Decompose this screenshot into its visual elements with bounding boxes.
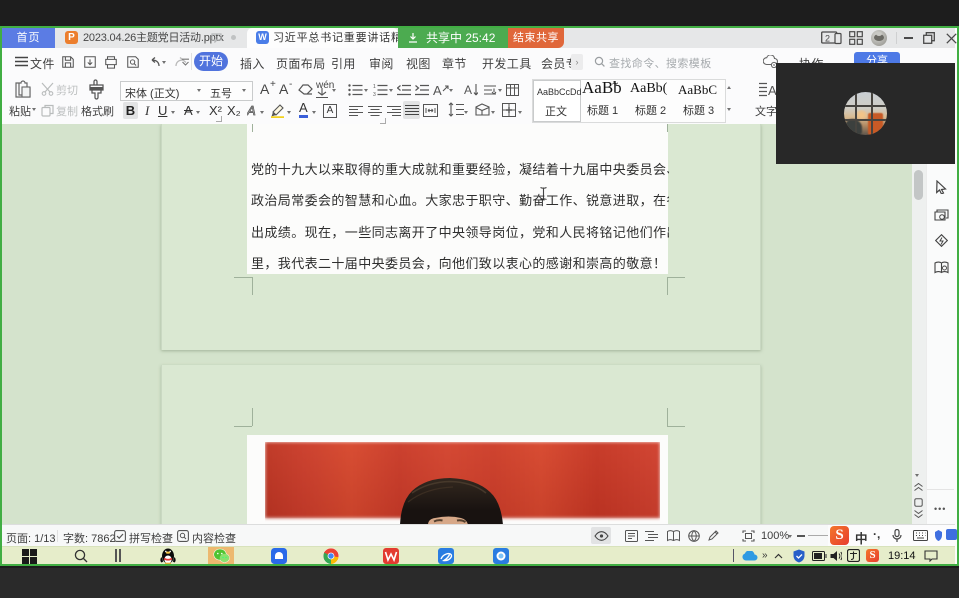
svg-text:A: A	[433, 83, 442, 97]
svg-text:3: 3	[373, 92, 376, 96]
svg-text:A: A	[464, 83, 472, 97]
svg-text:1: 1	[373, 84, 376, 90]
svg-text:A: A	[247, 103, 256, 117]
svg-text:2: 2	[825, 34, 830, 44]
svg-text:A: A	[768, 83, 776, 98]
